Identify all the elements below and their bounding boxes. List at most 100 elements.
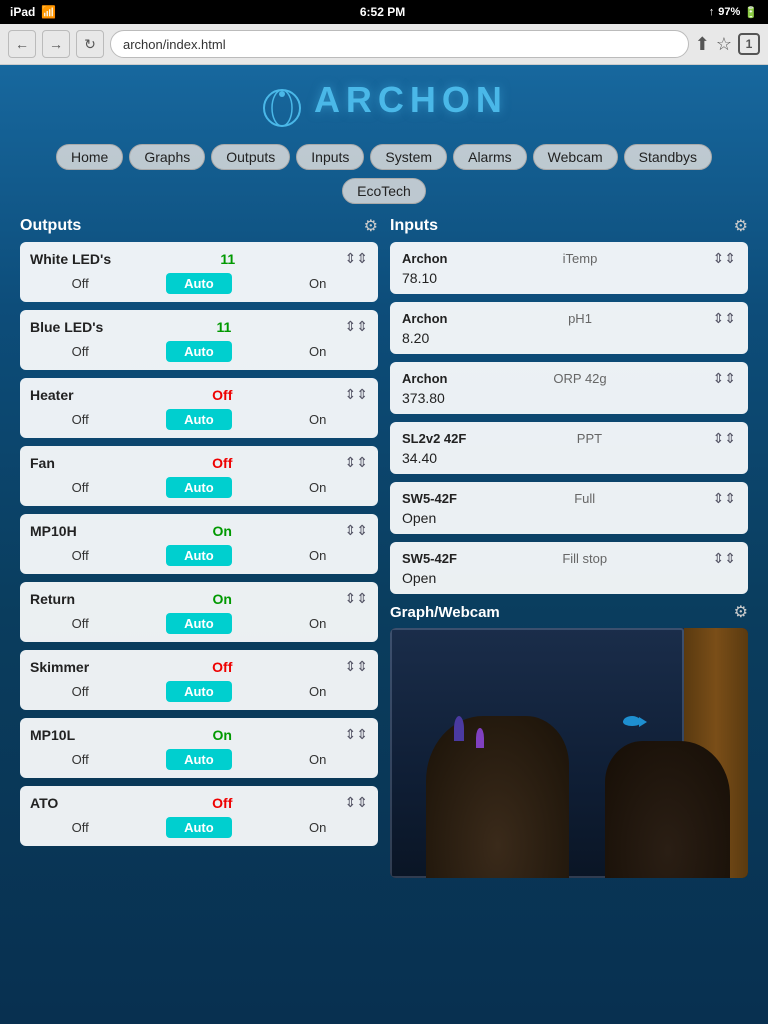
input-source: Archon (402, 251, 448, 266)
inputs-gear-icon[interactable]: ⚙ (734, 216, 748, 236)
output-on-button[interactable]: On (303, 818, 332, 837)
back-button[interactable]: ← (8, 30, 36, 58)
forward-button[interactable]: → (42, 30, 70, 58)
output-card: MP10L On ⇕⇕ Off Auto On (20, 718, 378, 778)
output-name: White LED's (30, 251, 111, 267)
output-name: Fan (30, 455, 100, 471)
output-auto-button[interactable]: Auto (166, 477, 232, 498)
output-off-button[interactable]: Off (66, 682, 95, 701)
input-card-top: SW5-42F Fill stop ⇕⇕ (402, 550, 736, 567)
output-controls: Off Auto On (30, 749, 368, 770)
share-icon[interactable]: ⬆ (695, 34, 710, 55)
output-status: 11 (217, 319, 232, 335)
output-settings-icon[interactable]: ⇕⇕ (345, 794, 368, 811)
output-settings-icon[interactable]: ⇕⇕ (345, 250, 368, 267)
reload-button[interactable]: ↻ (76, 30, 104, 58)
output-on-button[interactable]: On (303, 682, 332, 701)
output-auto-button[interactable]: Auto (166, 681, 232, 702)
output-settings-icon[interactable]: ⇕⇕ (345, 522, 368, 539)
output-off-button[interactable]: Off (66, 818, 95, 837)
output-on-button[interactable]: On (303, 274, 332, 293)
input-settings-icon[interactable]: ⇕⇕ (713, 550, 736, 567)
output-on-button[interactable]: On (303, 478, 332, 497)
nav-system[interactable]: System (370, 144, 447, 170)
nav-graphs[interactable]: Graphs (129, 144, 205, 170)
output-auto-button[interactable]: Auto (166, 613, 232, 634)
output-status: Off (212, 387, 232, 403)
nav-home[interactable]: Home (56, 144, 123, 170)
output-off-button[interactable]: Off (66, 614, 95, 633)
output-auto-button[interactable]: Auto (166, 273, 232, 294)
output-auto-button[interactable]: Auto (166, 749, 232, 770)
output-settings-icon[interactable]: ⇕⇕ (345, 386, 368, 403)
input-source: SW5-42F (402, 551, 457, 566)
input-settings-icon[interactable]: ⇕⇕ (713, 490, 736, 507)
output-on-button[interactable]: On (303, 410, 332, 429)
browser-chrome: ← → ↻ archon/index.html ⬆ ☆ 1 (0, 24, 768, 65)
nav-webcam[interactable]: Webcam (533, 144, 618, 170)
output-name: MP10H (30, 523, 100, 539)
output-off-button[interactable]: Off (66, 410, 95, 429)
output-status: Off (212, 795, 232, 811)
output-settings-icon[interactable]: ⇕⇕ (345, 590, 368, 607)
output-status: Off (212, 659, 232, 675)
url-bar[interactable]: archon/index.html (110, 30, 689, 58)
webcam-gear-icon[interactable]: ⚙ (734, 602, 748, 622)
output-off-button[interactable]: Off (66, 342, 95, 361)
output-settings-icon[interactable]: ⇕⇕ (345, 318, 368, 335)
output-auto-button[interactable]: Auto (166, 817, 232, 838)
bookmark-icon[interactable]: ☆ (716, 34, 732, 55)
input-source: Archon (402, 311, 448, 326)
webcam-image (390, 628, 748, 878)
output-controls: Off Auto On (30, 409, 368, 430)
input-value: 34.40 (402, 450, 736, 466)
input-settings-icon[interactable]: ⇕⇕ (713, 430, 736, 447)
input-value: Open (402, 570, 736, 586)
output-auto-button[interactable]: Auto (166, 341, 232, 362)
input-name: pH1 (568, 311, 592, 326)
outputs-gear-icon[interactable]: ⚙ (364, 216, 378, 236)
input-value: 8.20 (402, 330, 736, 346)
output-off-button[interactable]: Off (66, 750, 95, 769)
input-source: Archon (402, 371, 448, 386)
url-text: archon/index.html (123, 37, 226, 52)
output-card-top: ATO Off ⇕⇕ (30, 794, 368, 811)
output-status: Off (212, 455, 232, 471)
status-bar-right: ↑ 97% 🔋 (709, 6, 758, 19)
output-on-button[interactable]: On (303, 342, 332, 361)
nav-inputs[interactable]: Inputs (296, 144, 364, 170)
output-on-button[interactable]: On (303, 614, 332, 633)
outputs-list: White LED's 11 ⇕⇕ Off Auto On Blue LED's… (20, 242, 378, 846)
nav-ecotech[interactable]: EcoTech (342, 178, 426, 204)
nav-standbys[interactable]: Standbys (624, 144, 712, 170)
output-card: ATO Off ⇕⇕ Off Auto On (20, 786, 378, 846)
output-off-button[interactable]: Off (66, 274, 95, 293)
output-on-button[interactable]: On (303, 546, 332, 565)
output-settings-icon[interactable]: ⇕⇕ (345, 454, 368, 471)
output-card: MP10H On ⇕⇕ Off Auto On (20, 514, 378, 574)
columns: Outputs ⚙ White LED's 11 ⇕⇕ Off Auto On … (20, 216, 748, 878)
tab-count[interactable]: 1 (738, 33, 760, 55)
output-card: Blue LED's 11 ⇕⇕ Off Auto On (20, 310, 378, 370)
browser-actions: ⬆ ☆ 1 (695, 33, 760, 55)
output-auto-button[interactable]: Auto (166, 545, 232, 566)
input-settings-icon[interactable]: ⇕⇕ (713, 250, 736, 267)
output-settings-icon[interactable]: ⇕⇕ (345, 726, 368, 743)
wifi-icon: 📶 (41, 5, 56, 19)
output-off-button[interactable]: Off (66, 546, 95, 565)
output-card: Heater Off ⇕⇕ Off Auto On (20, 378, 378, 438)
nav-alarms[interactable]: Alarms (453, 144, 527, 170)
input-settings-icon[interactable]: ⇕⇕ (713, 370, 736, 387)
nav-outputs[interactable]: Outputs (211, 144, 290, 170)
input-card-top: Archon pH1 ⇕⇕ (402, 310, 736, 327)
output-settings-icon[interactable]: ⇕⇕ (345, 658, 368, 675)
input-name: ORP 42g (553, 371, 606, 386)
output-card-top: Heater Off ⇕⇕ (30, 386, 368, 403)
signal-icon: ↑ (709, 6, 715, 18)
input-value: 373.80 (402, 390, 736, 406)
output-on-button[interactable]: On (303, 750, 332, 769)
output-auto-button[interactable]: Auto (166, 409, 232, 430)
battery-icon: 🔋 (744, 6, 758, 19)
output-off-button[interactable]: Off (66, 478, 95, 497)
input-settings-icon[interactable]: ⇕⇕ (713, 310, 736, 327)
